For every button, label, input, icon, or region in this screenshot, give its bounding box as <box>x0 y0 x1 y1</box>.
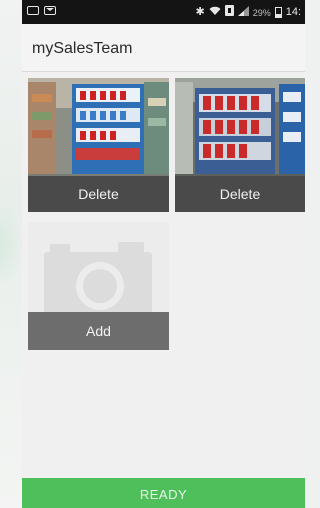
add-photo-tile[interactable]: Add <box>28 222 169 350</box>
phone-screen: ✱ 29% 14: mySalesTeam Delete Delete Add … <box>22 0 305 508</box>
add-button[interactable]: Add <box>28 312 169 350</box>
delete-button[interactable]: Delete <box>28 176 169 212</box>
bluetooth-icon: ✱ <box>195 6 205 18</box>
delete-button[interactable]: Delete <box>175 176 305 212</box>
photo-tile[interactable]: Delete <box>175 78 305 212</box>
wifi-icon <box>209 6 221 20</box>
status-bar: ✱ 29% 14: <box>22 0 305 24</box>
ready-button[interactable]: READY <box>22 478 305 508</box>
background-blob <box>0 205 22 285</box>
battery-percent: 29% <box>252 7 271 18</box>
signal-icon <box>237 5 249 20</box>
status-time: 14: <box>285 6 301 18</box>
battery-icon <box>274 7 282 18</box>
action-bar: mySalesTeam <box>22 24 305 72</box>
sim-icon <box>224 5 234 20</box>
image-icon <box>27 6 39 15</box>
mail-icon <box>44 6 56 15</box>
camera-icon <box>44 242 152 322</box>
photo-tile[interactable]: Delete <box>28 78 169 212</box>
app-title: mySalesTeam <box>32 40 133 57</box>
outer-background <box>0 0 22 508</box>
